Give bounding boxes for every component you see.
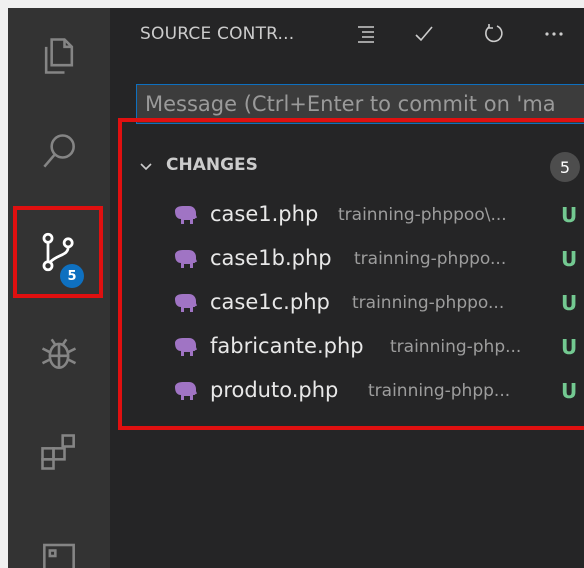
activity-extensions[interactable]	[8, 412, 110, 492]
panel-title: SOURCE CONTR...	[140, 24, 295, 44]
changes-count-badge: 5	[550, 152, 580, 182]
more-actions-icon	[545, 32, 563, 36]
php-file-icon	[175, 382, 197, 400]
refresh-icon	[485, 24, 503, 43]
debug-icon	[41, 338, 77, 370]
file-path: trainning-php...	[390, 337, 522, 357]
file-path: trainning-phpp...	[368, 381, 511, 401]
extensions-icon	[41, 434, 75, 470]
php-file-icon	[175, 338, 197, 356]
source-control-panel: SOURCE CONTR... Message (Ctrl+Enter to c…	[110, 8, 584, 568]
chevron-down-icon	[140, 163, 152, 171]
more-actions-button[interactable]	[540, 20, 568, 48]
view-as-tree-icon	[358, 26, 374, 43]
list-item[interactable]: case1.php trainning-phppoo\... U	[136, 194, 584, 238]
file-status-untracked: U	[561, 247, 578, 271]
file-path: trainning-phppo...	[352, 293, 505, 313]
explorer-icon	[44, 38, 74, 74]
file-path: trainning-phppoo\...	[338, 205, 507, 225]
file-name: case1b.php	[210, 246, 332, 270]
list-item[interactable]: case1b.php trainning-phppo... U	[136, 238, 584, 282]
php-file-icon	[175, 250, 197, 268]
view-as-tree-button[interactable]	[352, 20, 380, 48]
php-file-icon	[175, 294, 197, 312]
file-status-untracked: U	[561, 379, 578, 403]
file-name: case1c.php	[210, 290, 330, 314]
file-status-untracked: U	[561, 203, 578, 227]
changes-list: case1.php trainning-phppoo\... U case1b.…	[136, 194, 584, 414]
activity-bar: 5	[8, 8, 110, 568]
refresh-button[interactable]	[480, 20, 508, 48]
activity-remote-explorer[interactable]	[8, 516, 110, 568]
changes-group-header[interactable]: CHANGES 5	[136, 150, 584, 182]
remote-explorer-icon	[43, 543, 75, 568]
file-name: fabricante.php	[210, 334, 364, 358]
activity-debug[interactable]	[8, 314, 110, 394]
commit-check-icon	[415, 26, 433, 42]
list-item[interactable]: fabricante.php trainning-php... U	[136, 326, 584, 370]
file-status-untracked: U	[561, 291, 578, 315]
file-name: produto.php	[210, 378, 339, 402]
file-status-untracked: U	[561, 335, 578, 359]
activity-explorer[interactable]	[8, 16, 110, 96]
activity-search[interactable]	[8, 112, 110, 192]
php-file-icon	[175, 206, 197, 224]
commit-button[interactable]	[410, 20, 438, 48]
list-item[interactable]: produto.php trainning-phpp... U	[136, 370, 584, 414]
file-path: trainning-phppo...	[354, 249, 507, 269]
changes-label: CHANGES	[166, 155, 258, 175]
panel-title-bar: SOURCE CONTR...	[110, 8, 584, 58]
vscode-window: 5 SOURCE CONTR... Message (Ctrl+Enter to…	[8, 8, 584, 568]
file-name: case1.php	[210, 202, 319, 226]
commit-message-input[interactable]	[136, 84, 584, 124]
activity-source-control[interactable]: 5	[8, 212, 110, 292]
search-icon	[43, 134, 75, 168]
list-item[interactable]: case1c.php trainning-phppo... U	[136, 282, 584, 326]
source-control-badge: 5	[60, 264, 84, 288]
